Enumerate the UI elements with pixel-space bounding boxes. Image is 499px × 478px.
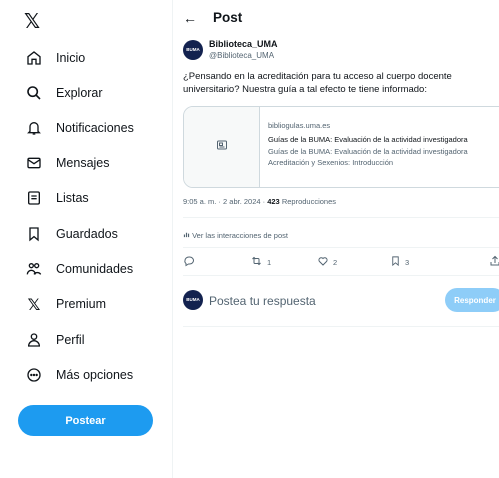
- person-icon: [24, 330, 44, 350]
- avatar-text: BUMA: [186, 46, 200, 52]
- sidebar-item-label: Listas: [56, 191, 89, 205]
- sidebar-item-label: Guardados: [56, 227, 118, 241]
- reply-input[interactable]: Postea tu respuesta: [209, 294, 316, 308]
- heart-icon: [317, 255, 329, 269]
- reply-avatar: BUMA: [183, 290, 203, 310]
- retweet-action[interactable]: 1: [250, 255, 271, 269]
- divider: [183, 247, 499, 248]
- x-logo-icon[interactable]: 𝕏: [24, 9, 40, 33]
- bookmark-action[interactable]: 3: [390, 255, 409, 269]
- avatar-text: BUMA: [186, 296, 200, 302]
- bookmark-count: 3: [405, 257, 410, 267]
- interactions-link[interactable]: Ver las interacciones de post: [183, 231, 288, 240]
- avatar[interactable]: BUMA: [183, 40, 203, 60]
- sidebar: 𝕏 Inicio Explorar Notificaciones Mensaje…: [0, 0, 172, 478]
- sidebar-item-label: Premium: [56, 297, 107, 311]
- sidebar-item-label: Mensajes: [56, 156, 110, 170]
- retweet-icon: [250, 255, 263, 269]
- image-placeholder-icon: [216, 138, 228, 156]
- post-button[interactable]: Postear: [18, 405, 153, 436]
- card-thumbnail: [184, 107, 260, 187]
- reply-button[interactable]: Responder: [445, 288, 499, 312]
- sidebar-item-notificaciones[interactable]: Notificaciones: [24, 116, 134, 140]
- bookmark-icon: [24, 224, 44, 244]
- people-icon: [24, 259, 44, 279]
- author-name[interactable]: Biblioteca_UMA: [209, 39, 278, 49]
- post-detail: ← Post BUMA Biblioteca_UMA @Biblioteca_U…: [173, 0, 499, 478]
- sidebar-item-guardados[interactable]: Guardados: [24, 222, 118, 246]
- author-handle[interactable]: @Biblioteca_UMA: [209, 51, 274, 60]
- divider: [183, 275, 499, 276]
- sidebar-item-label: Perfil: [56, 333, 85, 347]
- list-icon: [24, 188, 44, 208]
- reply-action[interactable]: [183, 255, 199, 269]
- sidebar-item-perfil[interactable]: Perfil: [24, 328, 84, 352]
- share-icon: [489, 255, 499, 269]
- views-label: Reproducciones: [279, 197, 337, 206]
- interactions-label: Ver las interacciones de post: [192, 231, 288, 240]
- post-timestamp[interactable]: 9:05 a. m. · 2 abr. 2024 ·: [183, 197, 267, 206]
- x-logo-icon: 𝕏: [27, 294, 41, 314]
- sidebar-item-premium[interactable]: 𝕏 Premium: [24, 292, 106, 316]
- bookmark-icon: [390, 255, 401, 269]
- post-text: ¿Pensando en la acreditación para tu acc…: [183, 71, 452, 95]
- back-arrow-icon[interactable]: ←: [183, 10, 197, 26]
- views-count: 423: [267, 197, 280, 206]
- like-action[interactable]: 2: [317, 255, 337, 269]
- card-title: Guías de la BUMA: Evaluación de la activ…: [268, 135, 468, 144]
- reply-icon: [183, 255, 195, 269]
- sidebar-item-label: Comunidades: [56, 262, 134, 276]
- sidebar-item-inicio[interactable]: Inicio: [24, 46, 85, 70]
- sidebar-item-label: Inicio: [56, 51, 86, 65]
- sidebar-item-listas[interactable]: Listas: [24, 186, 89, 210]
- share-action[interactable]: [489, 255, 499, 269]
- bell-icon: [24, 118, 44, 138]
- sidebar-item-label: Explorar: [56, 86, 103, 100]
- sidebar-item-label: Notificaciones: [56, 121, 134, 135]
- divider: [183, 217, 499, 218]
- mail-icon: [24, 153, 44, 173]
- page-title: Post: [213, 10, 243, 25]
- card-description: Acreditación y Sexenios: Introducción: [268, 158, 394, 167]
- sidebar-item-mensajes[interactable]: Mensajes: [24, 151, 110, 175]
- post-meta: 9:05 a. m. · 2 abr. 2024 · 423 Reproducc…: [183, 197, 336, 206]
- home-icon: [24, 48, 44, 68]
- search-icon: [24, 83, 44, 103]
- sidebar-item-label: Más opciones: [56, 368, 134, 382]
- divider: [183, 326, 499, 327]
- link-card[interactable]: bibliogulas.uma.es Guías de la BUMA: Eva…: [183, 106, 499, 188]
- like-count: 2: [333, 257, 338, 267]
- card-description: Guías de la BUMA: Evaluación de la activ…: [268, 147, 468, 156]
- sidebar-item-mas-opciones[interactable]: Más opciones: [24, 363, 133, 387]
- sidebar-item-explorar[interactable]: Explorar: [24, 81, 103, 105]
- more-icon: [24, 365, 44, 385]
- analytics-icon: [183, 231, 192, 240]
- retweet-count: 1: [267, 257, 272, 267]
- card-domain: bibliogulas.uma.es: [268, 121, 331, 130]
- sidebar-item-comunidades[interactable]: Comunidades: [24, 257, 133, 281]
